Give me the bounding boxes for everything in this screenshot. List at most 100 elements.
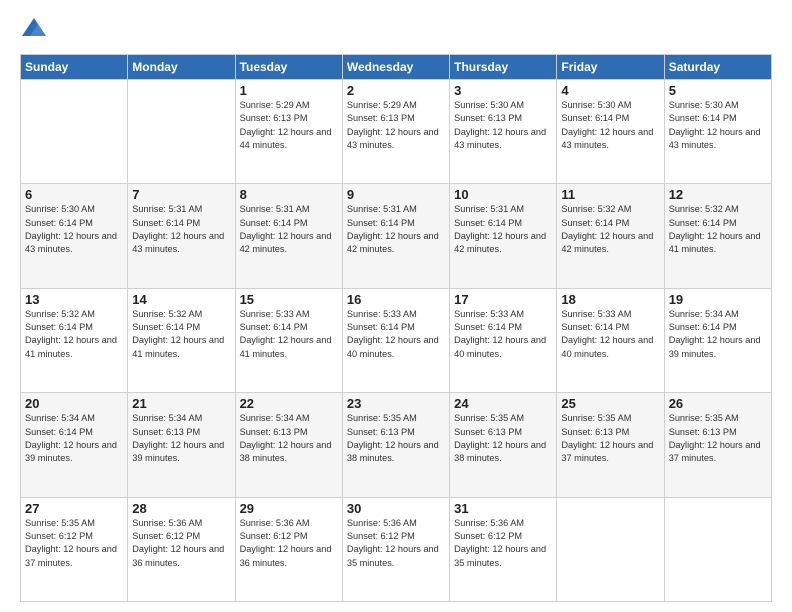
day-info: Sunrise: 5:34 AM Sunset: 6:14 PM Dayligh…: [669, 308, 767, 361]
day-info: Sunrise: 5:32 AM Sunset: 6:14 PM Dayligh…: [132, 308, 230, 361]
day-info: Sunrise: 5:31 AM Sunset: 6:14 PM Dayligh…: [132, 203, 230, 256]
calendar-cell: 1Sunrise: 5:29 AM Sunset: 6:13 PM Daylig…: [235, 80, 342, 184]
day-info: Sunrise: 5:29 AM Sunset: 6:13 PM Dayligh…: [347, 99, 445, 152]
day-info: Sunrise: 5:30 AM Sunset: 6:14 PM Dayligh…: [669, 99, 767, 152]
day-number: 3: [454, 83, 552, 98]
day-number: 23: [347, 396, 445, 411]
day-number: 6: [25, 187, 123, 202]
day-info: Sunrise: 5:36 AM Sunset: 6:12 PM Dayligh…: [240, 517, 338, 570]
day-number: 19: [669, 292, 767, 307]
day-number: 12: [669, 187, 767, 202]
calendar-week-2: 6Sunrise: 5:30 AM Sunset: 6:14 PM Daylig…: [21, 184, 772, 288]
day-info: Sunrise: 5:36 AM Sunset: 6:12 PM Dayligh…: [347, 517, 445, 570]
calendar-cell: 8Sunrise: 5:31 AM Sunset: 6:14 PM Daylig…: [235, 184, 342, 288]
day-number: 8: [240, 187, 338, 202]
col-header-tuesday: Tuesday: [235, 55, 342, 80]
day-number: 13: [25, 292, 123, 307]
day-info: Sunrise: 5:29 AM Sunset: 6:13 PM Dayligh…: [240, 99, 338, 152]
day-info: Sunrise: 5:36 AM Sunset: 6:12 PM Dayligh…: [454, 517, 552, 570]
day-number: 16: [347, 292, 445, 307]
day-number: 1: [240, 83, 338, 98]
day-number: 29: [240, 501, 338, 516]
day-info: Sunrise: 5:35 AM Sunset: 6:12 PM Dayligh…: [25, 517, 123, 570]
calendar-cell: 9Sunrise: 5:31 AM Sunset: 6:14 PM Daylig…: [342, 184, 449, 288]
calendar-cell: 25Sunrise: 5:35 AM Sunset: 6:13 PM Dayli…: [557, 393, 664, 497]
calendar-cell: 6Sunrise: 5:30 AM Sunset: 6:14 PM Daylig…: [21, 184, 128, 288]
day-info: Sunrise: 5:31 AM Sunset: 6:14 PM Dayligh…: [347, 203, 445, 256]
day-number: 24: [454, 396, 552, 411]
page: SundayMondayTuesdayWednesdayThursdayFrid…: [0, 0, 792, 612]
day-number: 17: [454, 292, 552, 307]
day-number: 25: [561, 396, 659, 411]
calendar-cell: 19Sunrise: 5:34 AM Sunset: 6:14 PM Dayli…: [664, 288, 771, 392]
day-info: Sunrise: 5:33 AM Sunset: 6:14 PM Dayligh…: [347, 308, 445, 361]
day-info: Sunrise: 5:33 AM Sunset: 6:14 PM Dayligh…: [454, 308, 552, 361]
day-number: 31: [454, 501, 552, 516]
day-info: Sunrise: 5:35 AM Sunset: 6:13 PM Dayligh…: [454, 412, 552, 465]
day-info: Sunrise: 5:30 AM Sunset: 6:14 PM Dayligh…: [25, 203, 123, 256]
day-info: Sunrise: 5:34 AM Sunset: 6:13 PM Dayligh…: [240, 412, 338, 465]
day-info: Sunrise: 5:35 AM Sunset: 6:13 PM Dayligh…: [669, 412, 767, 465]
day-number: 27: [25, 501, 123, 516]
day-info: Sunrise: 5:34 AM Sunset: 6:13 PM Dayligh…: [132, 412, 230, 465]
calendar-cell: 31Sunrise: 5:36 AM Sunset: 6:12 PM Dayli…: [450, 497, 557, 601]
calendar-cell: 14Sunrise: 5:32 AM Sunset: 6:14 PM Dayli…: [128, 288, 235, 392]
col-header-wednesday: Wednesday: [342, 55, 449, 80]
calendar-cell: 26Sunrise: 5:35 AM Sunset: 6:13 PM Dayli…: [664, 393, 771, 497]
calendar-cell: 5Sunrise: 5:30 AM Sunset: 6:14 PM Daylig…: [664, 80, 771, 184]
day-number: 4: [561, 83, 659, 98]
col-header-sunday: Sunday: [21, 55, 128, 80]
day-info: Sunrise: 5:31 AM Sunset: 6:14 PM Dayligh…: [240, 203, 338, 256]
calendar-week-3: 13Sunrise: 5:32 AM Sunset: 6:14 PM Dayli…: [21, 288, 772, 392]
calendar-cell: 2Sunrise: 5:29 AM Sunset: 6:13 PM Daylig…: [342, 80, 449, 184]
calendar-cell: 24Sunrise: 5:35 AM Sunset: 6:13 PM Dayli…: [450, 393, 557, 497]
calendar-cell: 3Sunrise: 5:30 AM Sunset: 6:13 PM Daylig…: [450, 80, 557, 184]
calendar-cell: 21Sunrise: 5:34 AM Sunset: 6:13 PM Dayli…: [128, 393, 235, 497]
day-info: Sunrise: 5:33 AM Sunset: 6:14 PM Dayligh…: [561, 308, 659, 361]
day-number: 20: [25, 396, 123, 411]
calendar-cell: [557, 497, 664, 601]
logo: [20, 16, 52, 44]
calendar-cell: [21, 80, 128, 184]
col-header-saturday: Saturday: [664, 55, 771, 80]
calendar-cell: 30Sunrise: 5:36 AM Sunset: 6:12 PM Dayli…: [342, 497, 449, 601]
day-number: 26: [669, 396, 767, 411]
logo-icon: [20, 16, 48, 44]
calendar-cell: 11Sunrise: 5:32 AM Sunset: 6:14 PM Dayli…: [557, 184, 664, 288]
day-info: Sunrise: 5:30 AM Sunset: 6:14 PM Dayligh…: [561, 99, 659, 152]
calendar-cell: 10Sunrise: 5:31 AM Sunset: 6:14 PM Dayli…: [450, 184, 557, 288]
calendar-cell: 29Sunrise: 5:36 AM Sunset: 6:12 PM Dayli…: [235, 497, 342, 601]
calendar-cell: 16Sunrise: 5:33 AM Sunset: 6:14 PM Dayli…: [342, 288, 449, 392]
calendar-cell: [128, 80, 235, 184]
day-number: 7: [132, 187, 230, 202]
day-number: 14: [132, 292, 230, 307]
calendar-table: SundayMondayTuesdayWednesdayThursdayFrid…: [20, 54, 772, 602]
calendar-cell: 27Sunrise: 5:35 AM Sunset: 6:12 PM Dayli…: [21, 497, 128, 601]
day-info: Sunrise: 5:32 AM Sunset: 6:14 PM Dayligh…: [561, 203, 659, 256]
day-number: 11: [561, 187, 659, 202]
day-info: Sunrise: 5:34 AM Sunset: 6:14 PM Dayligh…: [25, 412, 123, 465]
day-info: Sunrise: 5:35 AM Sunset: 6:13 PM Dayligh…: [347, 412, 445, 465]
calendar-cell: 22Sunrise: 5:34 AM Sunset: 6:13 PM Dayli…: [235, 393, 342, 497]
calendar-cell: 18Sunrise: 5:33 AM Sunset: 6:14 PM Dayli…: [557, 288, 664, 392]
calendar-cell: 23Sunrise: 5:35 AM Sunset: 6:13 PM Dayli…: [342, 393, 449, 497]
day-number: 9: [347, 187, 445, 202]
col-header-monday: Monday: [128, 55, 235, 80]
day-number: 15: [240, 292, 338, 307]
calendar-cell: 28Sunrise: 5:36 AM Sunset: 6:12 PM Dayli…: [128, 497, 235, 601]
calendar-week-1: 1Sunrise: 5:29 AM Sunset: 6:13 PM Daylig…: [21, 80, 772, 184]
calendar-cell: 4Sunrise: 5:30 AM Sunset: 6:14 PM Daylig…: [557, 80, 664, 184]
day-number: 28: [132, 501, 230, 516]
calendar-cell: [664, 497, 771, 601]
day-number: 22: [240, 396, 338, 411]
header: [20, 16, 772, 44]
calendar-cell: 17Sunrise: 5:33 AM Sunset: 6:14 PM Dayli…: [450, 288, 557, 392]
day-info: Sunrise: 5:31 AM Sunset: 6:14 PM Dayligh…: [454, 203, 552, 256]
day-info: Sunrise: 5:36 AM Sunset: 6:12 PM Dayligh…: [132, 517, 230, 570]
calendar-week-4: 20Sunrise: 5:34 AM Sunset: 6:14 PM Dayli…: [21, 393, 772, 497]
calendar-header-row: SundayMondayTuesdayWednesdayThursdayFrid…: [21, 55, 772, 80]
day-info: Sunrise: 5:30 AM Sunset: 6:13 PM Dayligh…: [454, 99, 552, 152]
calendar-cell: 20Sunrise: 5:34 AM Sunset: 6:14 PM Dayli…: [21, 393, 128, 497]
day-number: 10: [454, 187, 552, 202]
day-info: Sunrise: 5:32 AM Sunset: 6:14 PM Dayligh…: [25, 308, 123, 361]
